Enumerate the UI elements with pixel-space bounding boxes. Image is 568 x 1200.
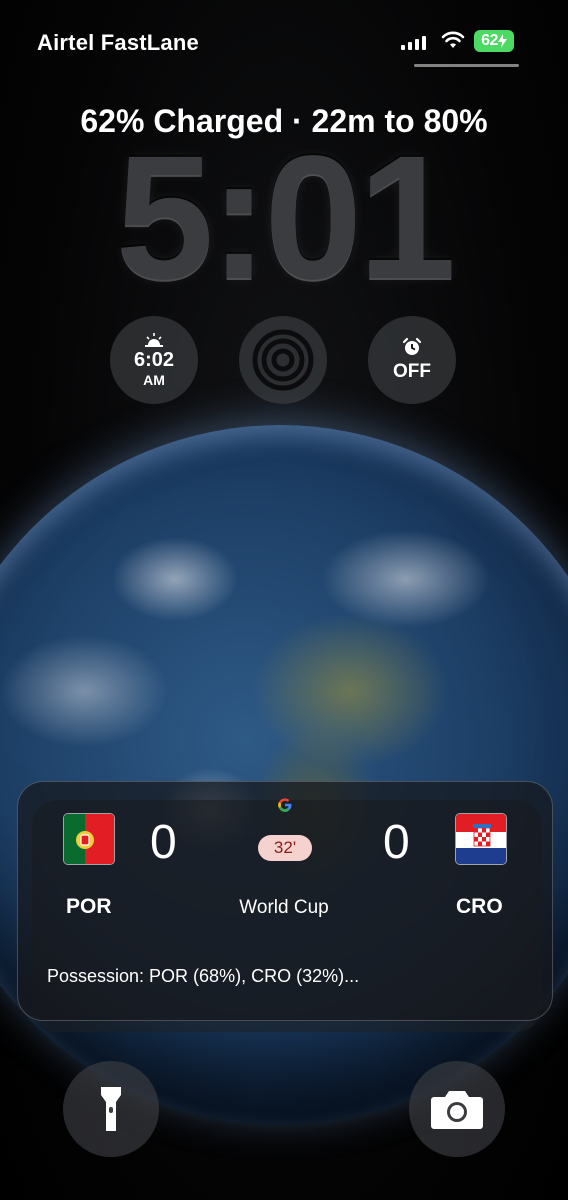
match-minute-badge: 32' [258, 835, 312, 861]
sunrise-icon [145, 332, 163, 347]
sunrise-period: AM [143, 371, 165, 388]
away-score: 0 [383, 816, 410, 869]
away-team-code: CRO [456, 895, 503, 918]
croatia-flag-icon [455, 813, 507, 865]
sunrise-time: 6:02 [133, 348, 175, 371]
camera-icon [431, 1091, 483, 1129]
match-summary: Possession: POR (68%), CRO (32%)... [47, 966, 360, 986]
charging-bolt-icon [497, 34, 507, 48]
status-bar: Airtel FastLane 62 [0, 0, 568, 70]
battery-percent: 62 [481, 32, 498, 49]
battery-indicator: 62 [474, 30, 514, 52]
focus-rings-icon [252, 329, 314, 391]
alarm-clock-icon [402, 337, 422, 355]
home-score: 0 [150, 816, 177, 869]
lock-clock: 5:01 [115, 120, 456, 316]
carrier-name: Airtel FastLane [37, 30, 199, 55]
wifi-icon [441, 31, 465, 48]
portugal-flag-icon [63, 813, 115, 865]
google-logo-icon [278, 798, 292, 812]
alarm-widget[interactable]: OFF [368, 316, 456, 404]
flashlight-icon [101, 1087, 121, 1131]
sunrise-widget[interactable]: 6:02 AM [110, 316, 198, 404]
flashlight-button[interactable] [63, 1061, 159, 1157]
status-indicator-line [414, 64, 519, 67]
cellular-signal-icon [401, 34, 426, 50]
alarm-status: OFF [393, 361, 431, 382]
focus-widget[interactable] [239, 316, 327, 404]
camera-button[interactable] [409, 1061, 505, 1157]
